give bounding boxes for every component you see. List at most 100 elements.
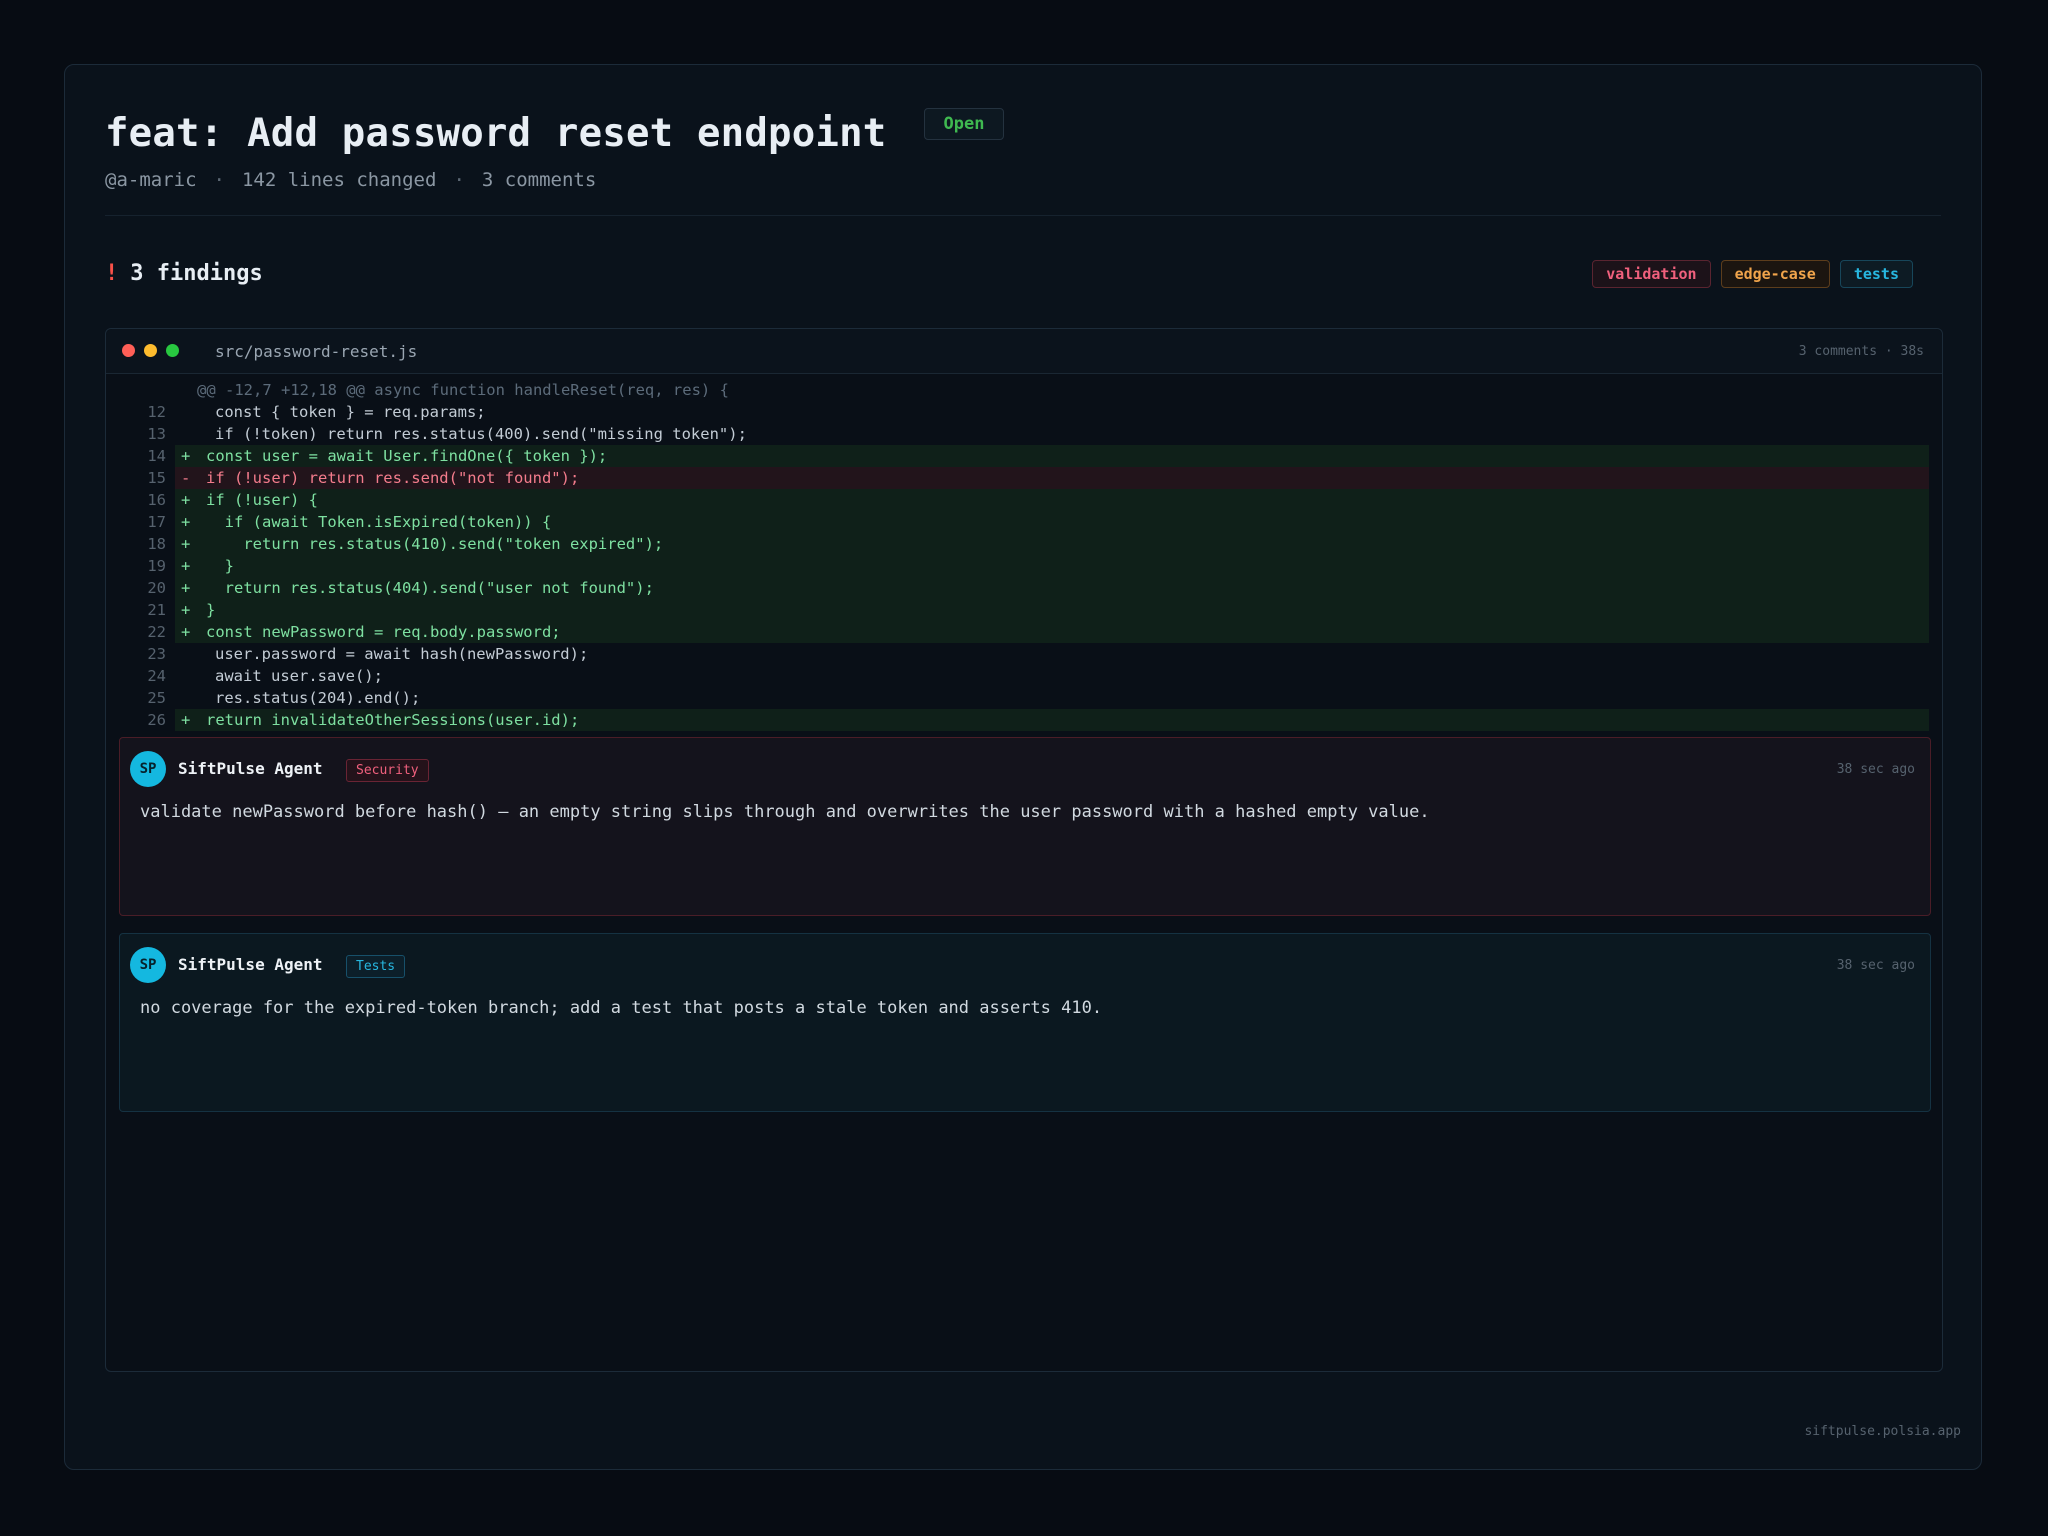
diff-marker: + [181,623,191,641]
avatar: SP [130,947,166,983]
title-row: feat: Add password reset endpoint [105,103,886,163]
line-number: 20 [147,579,166,597]
diff-code: @@ -12,7 +12,18 @@ async function handle… [106,379,1942,731]
review-comment: SP SiftPulse Agent Tests 38 sec ago no c… [119,933,1931,1112]
code-text: if (!token) return res.status(400).send(… [215,425,747,443]
file-meta: 3 comments · 38s [1798,343,1924,359]
line-number: 19 [147,557,166,575]
pr-title: feat: Add password reset endpoint [105,110,887,156]
line-number: 26 [147,711,166,729]
code-text: res.status(204).end(); [215,689,421,707]
tag-tests[interactable]: tests [1839,260,1913,288]
diff-line-removed[interactable]: 15- if (!user) return res.send("not found… [106,467,1942,489]
diff-line-context[interactable]: 25 res.status(204).end(); [106,687,1942,709]
diff-marker: + [181,557,191,575]
code-text: const { token } = req.params; [215,403,486,421]
diff-marker: + [181,711,191,729]
diff-line-added[interactable]: 14 + const user = await User.findOne({ tok… [106,445,1942,467]
line-number: 21 [147,601,166,619]
diff-line-added[interactable]: 18 + return res.status(410).send("token e… [106,533,1942,555]
code-text: if (!user) return res.send("not found"); [206,469,580,487]
line-content: +} [175,599,1929,621]
comment-time: 38 sec ago [1836,958,1915,973]
diff-line-context[interactable]: 12 const { token } = req.params; [106,401,1942,423]
line-content: user.password = await hash(newPassword); [175,643,1929,665]
diff-marker: + [181,491,191,509]
comment-author: SiftPulse Agent [178,955,323,974]
line-content: - if (!user) return res.send("not found")… [175,467,1929,489]
window-close-dot-icon [122,344,135,357]
window-minimize-dot-icon [144,344,157,357]
line-number: 18 [147,535,166,553]
comment-author: SiftPulse Agent [178,759,323,778]
lines-changed: 142 lines changed [241,169,437,191]
comment-time: 38 sec ago [1836,762,1915,777]
findings-summary: ! 3 findings [105,261,263,286]
status-badge: Open [924,108,1004,140]
line-number: 13 [147,425,166,443]
diff-line-added[interactable]: 21 +} [106,599,1942,621]
line-number: 23 [147,645,166,663]
diff-marker: + [181,513,191,531]
diff-line-added[interactable]: 19 + } [106,555,1942,577]
header-divider [105,215,1941,216]
diff-line-added[interactable]: 22 + const newPassword = req.body.password… [106,621,1942,643]
code-text: return invalidateOtherSessions(user.id); [206,711,580,729]
line-content: + return res.status(404).send("user not … [175,577,1929,599]
alert-icon: ! [105,261,119,286]
code-text: await user.save(); [215,667,383,685]
findings-label: 3 findings [130,261,263,286]
diff-line-added[interactable]: 26 + return invalidateOtherSessions(user.i… [106,709,1942,731]
code-text: const newPassword = req.body.password; [206,623,561,641]
code-text: user.password = await hash(newPassword); [215,645,589,663]
line-content: + return invalidateOtherSessions(user.id)… [175,709,1929,731]
comment-text: no coverage for the expired-token branch… [140,998,1103,1018]
code-text: } [206,557,234,575]
diff-marker: + [181,579,191,597]
comment-tag-tests: Tests [346,955,406,978]
line-content: + if (!user) { [175,489,1929,511]
pr-meta: @a-maric · 142 lines changed · 3 comment… [105,169,596,191]
line-number: 22 [147,623,166,641]
tag-edge-case[interactable]: edge-case [1720,260,1830,288]
diff-line-context[interactable]: 23 user.password = await hash(newPassword… [106,643,1942,665]
comment-text: validate newPassword before hash() — an … [140,802,1430,822]
footer-domain[interactable]: siftpulse.polsia.app [1804,1424,1961,1439]
code-text: } [206,601,216,619]
line-content: + } [175,555,1929,577]
line-content: + const newPassword = req.body.password; [175,621,1929,643]
line-content: + const user = await User.findOne({ token… [175,445,1929,467]
line-number: 24 [147,667,166,685]
line-number: 16 [147,491,166,509]
finding-tags: validation edge-case tests [1592,260,1913,288]
code-text: return res.status(410).send("token expir… [206,535,664,553]
tag-validation[interactable]: validation [1592,260,1711,288]
line-content: await user.save(); [175,665,1929,687]
hunk-header: @@ -12,7 +12,18 @@ async function handle… [197,381,729,399]
line-number: 14 [147,447,166,465]
line-content: + return res.status(410).send("token exp… [175,533,1929,555]
diff-marker: - [181,469,191,487]
line-number: 17 [147,513,166,531]
pr-review-card: feat: Add password reset endpoint Open @… [64,64,1982,1470]
line-content: if (!token) return res.status(400).send(… [175,423,1929,445]
diff-panel: src/password-reset.js 3 comments · 38s @… [105,328,1943,1372]
diff-line-context[interactable]: 24 await user.save(); [106,665,1942,687]
line-content: const { token } = req.params; [175,401,1929,423]
diff-line-added[interactable]: 20 + return res.status(404).send("user no… [106,577,1942,599]
diff-line-added[interactable]: 17 + if (await Token.isExpired(token)) { [106,511,1942,533]
code-text: if (!user) { [206,491,318,509]
review-comment: SP SiftPulse Agent Security 38 sec ago v… [119,737,1931,916]
meta-separator: · [213,169,225,191]
pr-author[interactable]: @a-maric [105,169,197,191]
diff-line-added[interactable]: 16 + if (!user) { [106,489,1942,511]
file-path[interactable]: src/password-reset.js [215,342,417,361]
avatar: SP [130,751,166,787]
diff-line-context[interactable]: 13 if (!token) return res.status(400).sen… [106,423,1942,445]
line-content: + if (await Token.isExpired(token)) { [175,511,1929,533]
diff-marker: + [181,601,191,619]
line-number: 15 [147,469,166,487]
comment-tag-security: Security [346,759,429,782]
meta-separator: · [453,169,465,191]
window-maximize-dot-icon [166,344,179,357]
